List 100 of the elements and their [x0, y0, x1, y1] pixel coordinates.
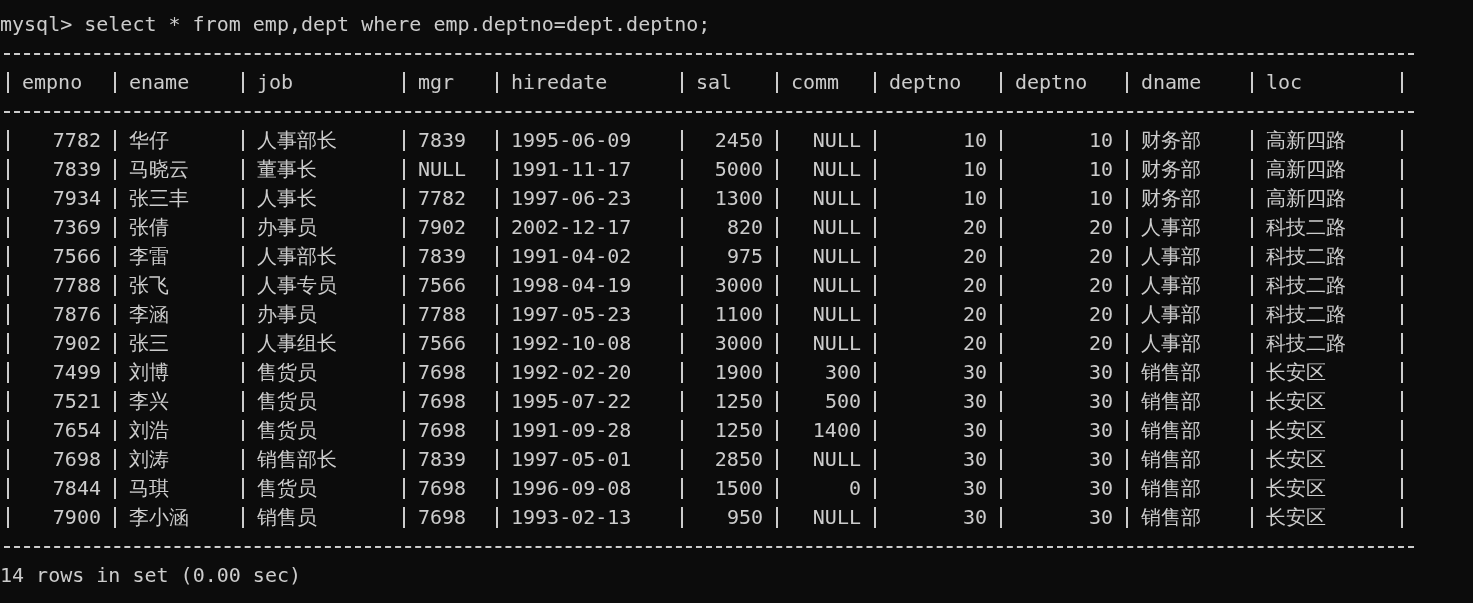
table-cell: 李雷 — [129, 246, 169, 267]
table-cell: 7521 — [52, 391, 101, 412]
table-cell: 销售部 — [1141, 420, 1201, 441]
column-header: job — [257, 72, 294, 93]
table-cell: 950 — [726, 507, 763, 528]
table-cell: 7566 — [418, 333, 467, 354]
table-cell: 华仔 — [129, 130, 169, 151]
table-cell: 科技二路 — [1266, 217, 1346, 238]
table-cell: 30 — [962, 362, 987, 383]
table-cell: 刘浩 — [129, 420, 169, 441]
table-cell: 1993-02-13 — [511, 507, 632, 528]
table-cell: 7902 — [52, 333, 101, 354]
table-cell: 1991-04-02 — [511, 246, 632, 267]
table-cell: 1500 — [714, 478, 763, 499]
table-cell: 7839 — [418, 449, 467, 470]
table-cell: 7499 — [52, 362, 101, 383]
table-cell: 1997-05-01 — [511, 449, 632, 470]
table-cell: 人事部 — [1141, 304, 1201, 325]
table-cell: 售货员 — [257, 420, 317, 441]
table-cell: 1997-06-23 — [511, 188, 632, 209]
table-cell: 7698 — [52, 449, 101, 470]
table-cell: 财务部 — [1141, 130, 1201, 151]
table-cell: 3000 — [714, 333, 763, 354]
table-cell: 2002-12-17 — [511, 217, 632, 238]
table-cell: 820 — [726, 217, 763, 238]
column-header: mgr — [418, 72, 455, 93]
table-cell: 20 — [962, 304, 987, 325]
table-cell: 7654 — [52, 420, 101, 441]
table-cell: NULL — [812, 130, 861, 151]
table-cell: 3000 — [714, 275, 763, 296]
table-cell: 售货员 — [257, 391, 317, 412]
table-cell: 7698 — [418, 362, 467, 383]
table-cell: 300 — [824, 362, 861, 383]
table-cell: 30 — [962, 391, 987, 412]
table-cell: 7698 — [418, 420, 467, 441]
table-cell: 7788 — [418, 304, 467, 325]
table-cell: 长安区 — [1266, 420, 1326, 441]
table-cell: 7839 — [418, 130, 467, 151]
result-summary: 14 rows in set (0.00 sec) — [0, 562, 302, 589]
table-cell: 10 — [962, 130, 987, 151]
table-cell: 7566 — [418, 275, 467, 296]
table-cell: 李小涵 — [129, 507, 189, 528]
column-header: ename — [129, 72, 190, 93]
table-cell: 销售员 — [257, 507, 317, 528]
table-cell: 董事长 — [257, 159, 317, 180]
table-cell: 1300 — [714, 188, 763, 209]
table-cell: 人事部 — [1141, 333, 1201, 354]
table-cell: 1995-07-22 — [511, 391, 632, 412]
table-cell: 30 — [1088, 391, 1113, 412]
table-cell: 30 — [1088, 420, 1113, 441]
table-cell: 7782 — [52, 130, 101, 151]
table-cell: 10 — [1088, 188, 1113, 209]
table-cell: 人事组长 — [257, 333, 337, 354]
table-cell: 7698 — [418, 478, 467, 499]
table-cell: 2850 — [714, 449, 763, 470]
table-cell: NULL — [418, 159, 467, 180]
table-cell: 办事员 — [257, 217, 317, 238]
table-cell: 高新四路 — [1266, 130, 1346, 151]
table-cell: 7566 — [52, 246, 101, 267]
table-cell: 2450 — [714, 130, 763, 151]
table-cell: 长安区 — [1266, 507, 1326, 528]
table-cell: 售货员 — [257, 362, 317, 383]
table-cell: 刘博 — [129, 362, 169, 383]
table-cell: 1400 — [812, 420, 861, 441]
table-cell: 1997-05-23 — [511, 304, 632, 325]
table-cell: 长安区 — [1266, 478, 1326, 499]
table-cell: 975 — [726, 246, 763, 267]
table-cell: 1992-02-20 — [511, 362, 632, 383]
table-cell: 20 — [1088, 304, 1113, 325]
table-cell: 马晓云 — [129, 159, 189, 180]
table-cell: 0 — [848, 478, 861, 499]
table-cell: 20 — [962, 217, 987, 238]
table-cell: 30 — [1088, 449, 1113, 470]
table-cell: 7698 — [418, 507, 467, 528]
table-cell: NULL — [812, 217, 861, 238]
table-cell: 7934 — [52, 188, 101, 209]
table-cell: 售货员 — [257, 478, 317, 499]
table-cell: 30 — [1088, 478, 1113, 499]
table-cell: 7839 — [52, 159, 101, 180]
column-header: loc — [1266, 72, 1303, 93]
table-cell: 1995-06-09 — [511, 130, 632, 151]
table-cell: 7876 — [52, 304, 101, 325]
table-cell: 人事部 — [1141, 217, 1201, 238]
table-cell: 7839 — [418, 246, 467, 267]
table-cell: NULL — [812, 159, 861, 180]
table-cell: 1991-09-28 — [511, 420, 632, 441]
table-cell: 财务部 — [1141, 188, 1201, 209]
table-cell: 科技二路 — [1266, 304, 1346, 325]
table-cell: 10 — [962, 159, 987, 180]
table-cell: 人事部 — [1141, 275, 1201, 296]
table-cell: NULL — [812, 449, 861, 470]
table-cell: 人事部长 — [257, 130, 337, 151]
table-cell: 人事部长 — [257, 246, 337, 267]
table-cell: 销售部 — [1141, 391, 1201, 412]
table-cell: NULL — [812, 275, 861, 296]
column-header: sal — [696, 72, 733, 93]
table-cell: NULL — [812, 333, 861, 354]
table-cell: 李兴 — [129, 391, 169, 412]
table-cell: 张倩 — [129, 217, 169, 238]
table-cell: 长安区 — [1266, 449, 1326, 470]
